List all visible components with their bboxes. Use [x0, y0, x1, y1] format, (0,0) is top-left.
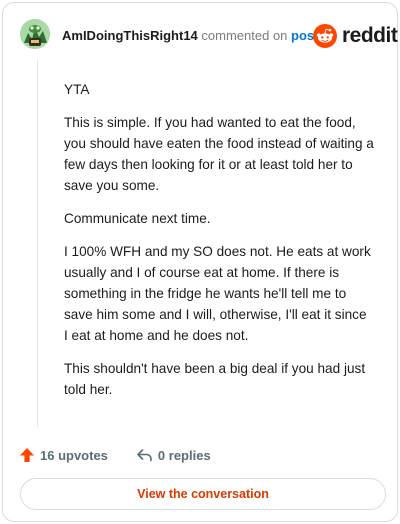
comment-paragraph: This is simple. If you had wanted to eat… — [64, 115, 374, 193]
reddit-wordmark: reddit — [342, 24, 398, 47]
comment-body: YTA This is simple. If you had wanted to… — [64, 79, 374, 412]
avatar-image-icon — [20, 19, 50, 49]
reply-count: 0 replies — [157, 447, 211, 463]
username-link[interactable]: AmIDoingThisRight14 — [62, 28, 198, 43]
reddit-snoo-icon — [313, 24, 337, 48]
avatar[interactable] — [20, 19, 50, 49]
comment-paragraph: This shouldn't have been a big deal if y… — [64, 361, 366, 397]
comment-card: AmIDoingThisRight14 commented on post re… — [2, 2, 398, 522]
view-conversation-button[interactable]: View the conversation — [20, 478, 386, 510]
upvote-arrow-icon — [20, 448, 34, 462]
comment-actions: 16 upvotes 0 replies — [19, 444, 211, 466]
comment-paragraph: YTA — [64, 82, 90, 97]
comment-header: AmIDoingThisRight14 commented on post — [62, 28, 318, 43]
commented-on-text: commented on — [201, 28, 288, 43]
upvote-button[interactable]: 16 upvotes — [19, 447, 108, 463]
reddit-logo[interactable]: reddit — [313, 23, 398, 49]
upvote-count: 16 upvotes — [40, 447, 108, 463]
thread-line — [37, 59, 38, 427]
reply-arrow-icon — [137, 449, 152, 462]
comment-paragraph: Communicate next time. — [64, 211, 211, 226]
reply-button[interactable]: 0 replies — [136, 447, 211, 463]
comment-paragraph: I 100% WFH and my SO does not. He eats a… — [64, 244, 371, 343]
